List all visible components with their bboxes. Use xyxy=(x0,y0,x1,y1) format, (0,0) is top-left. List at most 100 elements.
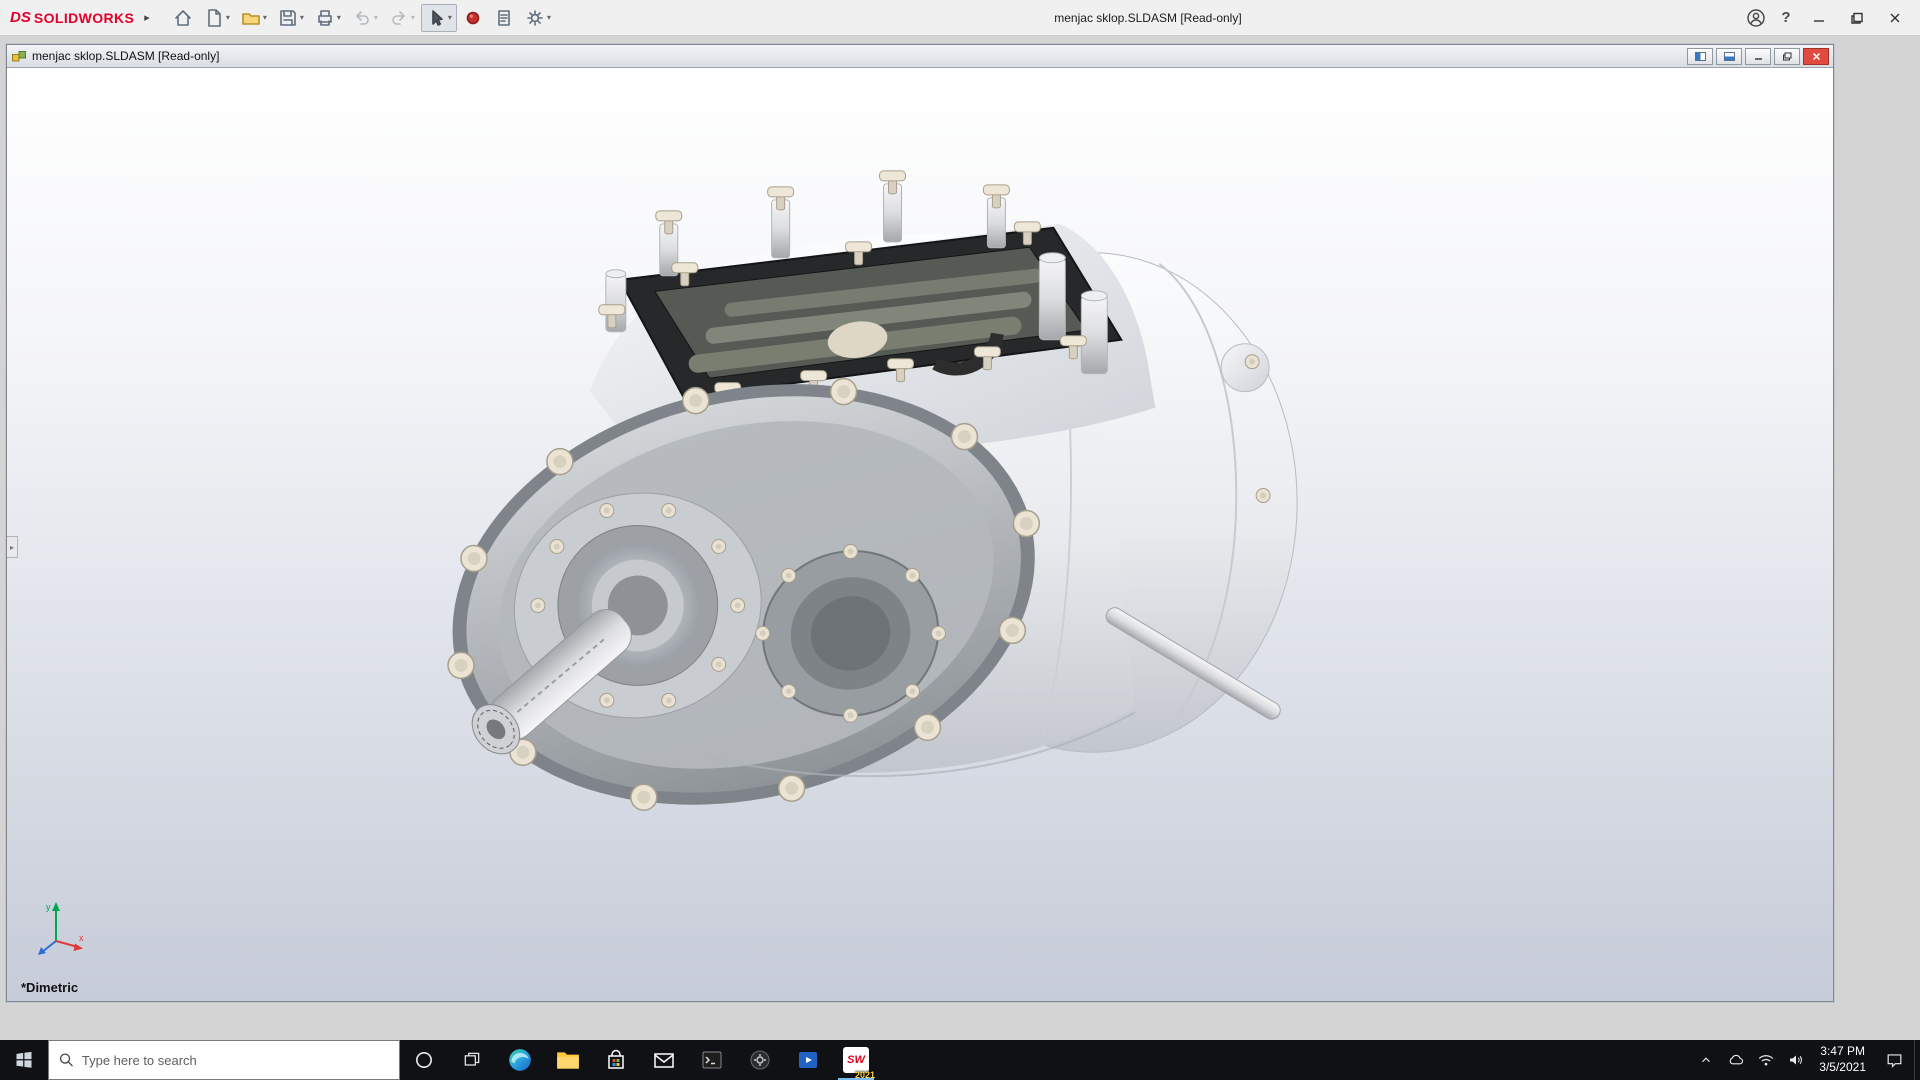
task-view-button[interactable] xyxy=(448,1040,496,1080)
redo-button[interactable]: ▾ xyxy=(384,4,420,32)
app-maximize-button[interactable] xyxy=(1838,3,1876,33)
featuremanager-expand-tab[interactable]: ▸ xyxy=(7,536,18,558)
document-title-bar[interactable]: menjac sklop.SLDASM [Read-only] xyxy=(7,45,1833,68)
orientation-triad[interactable]: y x xyxy=(25,897,87,959)
solidworks-app-icon: SW 2021 xyxy=(843,1047,875,1080)
network-tray-button[interactable] xyxy=(1751,1040,1781,1080)
solidworks-icon-text: SW xyxy=(847,1054,865,1066)
open-button[interactable]: ▾ xyxy=(236,4,272,32)
graphics-viewport[interactable]: y x *Dimetric ▸ xyxy=(7,68,1833,1001)
document-window: menjac sklop.SLDASM [Read-only] y x *Dim… xyxy=(6,44,1834,1002)
clock-date: 3/5/2021 xyxy=(1819,1060,1866,1074)
edge-browser-icon xyxy=(509,1049,531,1071)
help-button[interactable]: ? xyxy=(1772,3,1800,33)
undo-button[interactable]: ▾ xyxy=(347,4,383,32)
rebuild-button[interactable] xyxy=(458,4,488,32)
cortana-button[interactable] xyxy=(400,1040,448,1080)
new-document-button[interactable]: ▾ xyxy=(199,4,235,32)
close-icon xyxy=(1812,52,1820,60)
home-button[interactable] xyxy=(168,4,198,32)
settings-app-button[interactable] xyxy=(736,1040,784,1080)
taskbar-search-box[interactable] xyxy=(48,1040,400,1080)
system-tray: 3:47 PM 3/5/2021 xyxy=(1691,1040,1920,1080)
app-window-title: menjac sklop.SLDASM [Read-only] xyxy=(1054,10,1242,25)
save-icon xyxy=(280,9,296,26)
search-icon xyxy=(59,1053,73,1067)
onedrive-tray-button[interactable] xyxy=(1721,1040,1751,1080)
doc-minimize-button[interactable] xyxy=(1745,47,1771,65)
pane-left-icon xyxy=(1694,51,1706,61)
movies-app-icon xyxy=(799,1052,817,1068)
solidworks-logo: DS SOLIDWORKS xyxy=(6,9,138,26)
file-explorer-button[interactable] xyxy=(544,1040,592,1080)
action-center-icon xyxy=(1887,1053,1901,1068)
screen: DS SOLIDWORKS ▸ ▾ ▾ ▾ ▾ ▾ ▾ ▾ ▾ menjac s… xyxy=(0,0,1920,1080)
tray-expand-button[interactable] xyxy=(1691,1040,1721,1080)
options-button[interactable]: ▾ xyxy=(520,4,556,32)
account-button[interactable] xyxy=(1740,3,1772,33)
open-folder-icon xyxy=(242,12,260,25)
document-title: menjac sklop.SLDASM [Read-only] xyxy=(32,49,220,63)
doc-tile-left-button[interactable] xyxy=(1687,47,1713,65)
solidworks-logo-text: SOLIDWORKS xyxy=(33,9,135,26)
chevron-down-icon[interactable]: ▾ xyxy=(374,13,378,22)
app-close-button[interactable] xyxy=(1876,3,1914,33)
save-button[interactable]: ▾ xyxy=(273,4,309,32)
doc-tile-bottom-button[interactable] xyxy=(1716,47,1742,65)
assembly-document-icon xyxy=(12,51,26,62)
file-explorer-icon xyxy=(557,1052,579,1069)
redo-icon xyxy=(392,10,405,25)
solidworks-taskbar-button[interactable]: SW 2021 xyxy=(832,1040,880,1080)
mail-button[interactable] xyxy=(640,1040,688,1080)
quick-access-toolbar: ▾ ▾ ▾ ▾ ▾ ▾ ▾ ▾ xyxy=(168,3,556,32)
restore-icon xyxy=(1782,52,1791,60)
chevron-down-icon[interactable]: ▾ xyxy=(300,13,304,22)
show-desktop-button[interactable] xyxy=(1914,1040,1920,1080)
start-button[interactable] xyxy=(0,1040,48,1080)
select-cursor-icon xyxy=(432,9,443,26)
rebuild-icon xyxy=(466,11,480,24)
print-button[interactable]: ▾ xyxy=(310,4,346,32)
chevron-down-icon[interactable]: ▾ xyxy=(411,13,415,22)
document-window-controls xyxy=(1687,47,1829,65)
menu-flyout-arrow-icon[interactable]: ▸ xyxy=(138,11,156,24)
doc-restore-button[interactable] xyxy=(1774,47,1800,65)
doc-close-button[interactable] xyxy=(1803,47,1829,65)
minimize-icon xyxy=(1754,57,1762,60)
action-center-button[interactable] xyxy=(1874,1040,1914,1080)
movies-app-button[interactable] xyxy=(784,1040,832,1080)
chevron-down-icon[interactable]: ▾ xyxy=(337,13,341,22)
clock-time: 3:47 PM xyxy=(1820,1044,1865,1059)
microsoft-store-button[interactable] xyxy=(592,1040,640,1080)
undo-icon xyxy=(356,10,369,25)
maximize-icon xyxy=(1851,12,1863,24)
minimize-icon xyxy=(1814,19,1824,22)
close-icon xyxy=(1890,13,1900,22)
expand-arrow-icon: ▸ xyxy=(9,542,14,552)
chevron-down-icon[interactable]: ▾ xyxy=(226,13,230,22)
edge-browser-button[interactable] xyxy=(496,1040,544,1080)
command-prompt-icon xyxy=(702,1051,722,1069)
view-orientation-label: *Dimetric xyxy=(21,980,79,995)
wifi-icon xyxy=(1759,1055,1774,1066)
file-properties-icon xyxy=(498,9,510,26)
task-view-icon xyxy=(464,1052,480,1066)
windows-logo-icon xyxy=(16,1051,32,1068)
command-prompt-button[interactable] xyxy=(688,1040,736,1080)
chevron-down-icon[interactable]: ▾ xyxy=(263,13,267,22)
options-gear-icon xyxy=(527,9,543,26)
app-window-controls: ? xyxy=(1740,3,1914,33)
print-icon xyxy=(318,9,332,26)
chevron-down-icon[interactable]: ▾ xyxy=(547,13,551,22)
file-properties-button[interactable] xyxy=(489,4,519,32)
help-icon: ? xyxy=(1781,9,1791,26)
app-minimize-button[interactable] xyxy=(1800,3,1838,33)
search-input[interactable] xyxy=(81,1052,389,1068)
chevron-down-icon[interactable]: ▾ xyxy=(448,13,452,22)
select-tool-button[interactable]: ▾ xyxy=(420,3,457,32)
settings-gear-app-icon xyxy=(750,1050,770,1070)
cortana-icon xyxy=(416,1052,432,1068)
ds-logo-mark: DS xyxy=(10,9,31,26)
volume-tray-button[interactable] xyxy=(1781,1040,1811,1080)
taskbar-clock[interactable]: 3:47 PM 3/5/2021 xyxy=(1811,1040,1874,1080)
